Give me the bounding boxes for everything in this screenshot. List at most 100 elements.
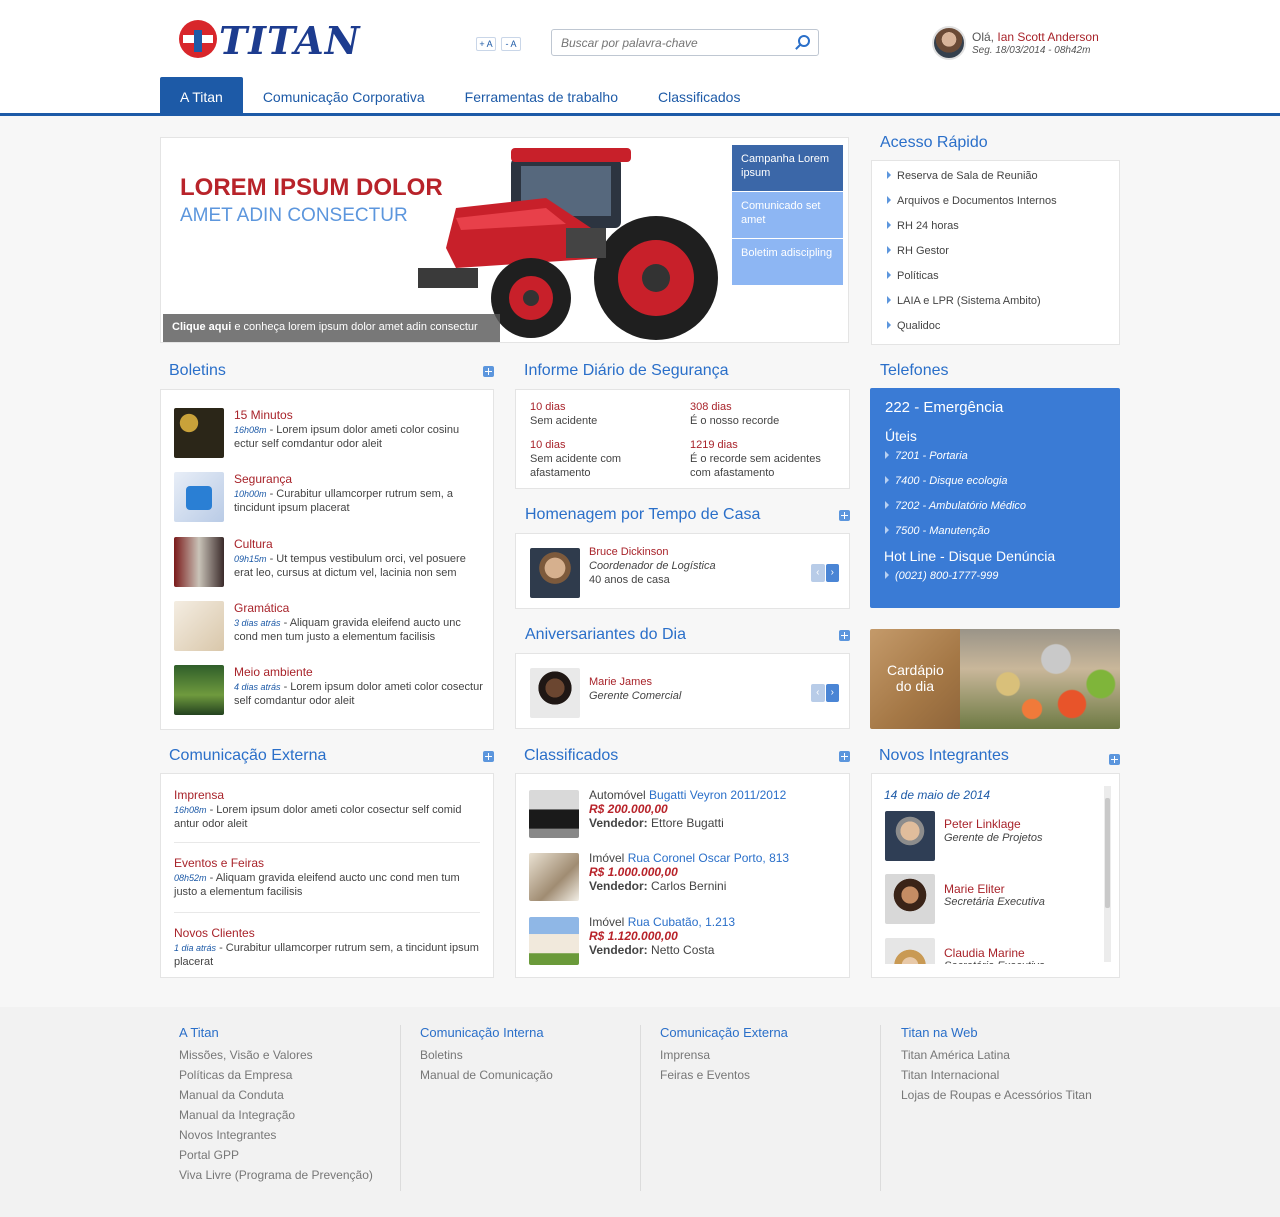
footer-link[interactable]: Titan América Latina <box>901 1045 1092 1065</box>
list-item[interactable]: Eventos e Feiras 08h52m - Aliquam gravid… <box>174 856 484 899</box>
nav-comunicacao-corporativa[interactable]: Comunicação Corporativa <box>243 77 445 114</box>
scrollbar[interactable] <box>1104 786 1111 962</box>
hotline-number[interactable]: (0021) 800-1777-999 <box>885 570 998 582</box>
hero-tab-comunicado[interactable]: Comunicado set amet <box>732 192 843 238</box>
footer-link[interactable]: Titan Internacional <box>901 1065 1092 1085</box>
footer-col-title[interactable]: A Titan <box>179 1025 373 1040</box>
external-desc: - Lorem ipsum dolor ameti color cosectur… <box>174 804 462 830</box>
hero-caption-link[interactable]: Clique aqui <box>172 321 231 333</box>
phone-item[interactable]: 7400 - Disque ecologia <box>885 475 1008 487</box>
user-name[interactable]: Ian Scott Anderson <box>997 30 1098 44</box>
chevron-right-icon[interactable]: › <box>825 564 839 582</box>
lock-thumbnail <box>174 472 224 522</box>
hero-caption[interactable]: Clique aqui e conheça lorem ipsum dolor … <box>163 314 500 342</box>
boletim-desc: - Lorem ipsum dolor ameti color cosinu e… <box>234 424 460 450</box>
aniversariantes-plus-icon[interactable] <box>839 630 850 641</box>
nav-ferramentas[interactable]: Ferramentas de trabalho <box>445 77 638 114</box>
acesso-rapido-list: Reserva de Sala de Reunião Arquivos e Do… <box>871 160 1120 345</box>
person-name[interactable]: Claudia Marine <box>944 946 1025 960</box>
avatar[interactable] <box>932 26 966 60</box>
list-item[interactable]: Novos Clientes 1 dia atrás - Curabitur u… <box>174 926 484 969</box>
quick-link[interactable]: Qualidoc <box>887 320 940 332</box>
footer-link[interactable]: Novos Integrantes <box>179 1125 373 1145</box>
hero-subtitle: AMET ADIN CONSECTUR <box>180 205 408 226</box>
search-input[interactable] <box>552 30 782 55</box>
hero-banner[interactable]: LOREM IPSUM DOLOR AMET ADIN CONSECTUR Cl… <box>160 137 849 343</box>
scrollbar-thumb[interactable] <box>1105 798 1110 908</box>
user-greeting: Olá, Ian Scott Anderson <box>972 30 1099 44</box>
footer-link[interactable]: Viva Livre (Programa de Prevenção) <box>179 1165 373 1185</box>
list-item[interactable]: Imprensa 16h08m - Lorem ipsum dolor amet… <box>174 788 484 831</box>
boletins-title: Boletins <box>169 362 226 379</box>
quick-link[interactable]: Reserva de Sala de Reunião <box>887 170 1038 182</box>
novos-integrantes-panel: 14 de maio de 2014 Peter Linklage Gerent… <box>871 773 1120 978</box>
phone-item[interactable]: 7500 - Manutenção <box>885 525 990 537</box>
quick-link[interactable]: Arquivos e Documentos Internos <box>887 195 1057 207</box>
cardapio-banner[interactable]: Cardápio do dia <box>870 629 1120 729</box>
header: TITAN + A - A Olá, Ian Scott Anderson Se… <box>0 0 1280 116</box>
font-increase-button[interactable]: + A <box>476 37 496 51</box>
footer-link[interactable]: Manual de Comunicação <box>420 1065 553 1085</box>
comunicacao-externa-plus-icon[interactable] <box>483 751 494 762</box>
person-role: Secretária Executiva <box>944 896 1045 908</box>
footer-link[interactable]: Lojas de Roupas e Acessórios Titan <box>901 1085 1092 1105</box>
quick-link[interactable]: Políticas <box>887 270 939 282</box>
person-name[interactable]: Marie Eliter <box>944 882 1005 896</box>
footer-link[interactable]: Boletins <box>420 1045 553 1065</box>
footer-col-titan-na-web: Titan na Web Titan América Latina Titan … <box>901 1025 1092 1105</box>
classified-link[interactable]: Rua Coronel Oscar Porto, 813 <box>628 851 789 865</box>
hero-tab-campanha[interactable]: Campanha Lorem ipsum <box>732 145 843 191</box>
emergency-number[interactable]: 222 - Emergência <box>885 399 1003 416</box>
external-title[interactable]: Novos Clientes <box>174 926 484 940</box>
footer-link[interactable]: Manual da Conduta <box>179 1085 373 1105</box>
quick-link[interactable]: LAIA e LPR (Sistema Ambito) <box>887 295 1041 307</box>
novos-integrantes-plus-icon[interactable] <box>1109 754 1120 765</box>
classified-link[interactable]: Rua Cubatão, 1.213 <box>628 915 735 929</box>
chevron-left-icon[interactable]: ‹ <box>811 684 825 702</box>
room-thumbnail <box>529 853 579 901</box>
boletim-title[interactable]: Cultura <box>234 537 273 551</box>
quick-link[interactable]: RH 24 horas <box>887 220 959 232</box>
chevron-left-icon[interactable]: ‹ <box>811 564 825 582</box>
footer-link[interactable]: Portal GPP <box>179 1145 373 1165</box>
comunicacao-externa-title: Comunicação Externa <box>169 747 327 764</box>
boletim-title[interactable]: Gramática <box>234 601 289 615</box>
classificados-plus-icon[interactable] <box>839 751 850 762</box>
font-decrease-button[interactable]: - A <box>501 37 521 51</box>
phone-item[interactable]: 7201 - Portaria <box>885 450 968 462</box>
footer-link[interactable]: Políticas da Empresa <box>179 1065 373 1085</box>
search-box <box>551 29 819 56</box>
search-icon[interactable] <box>798 35 810 47</box>
footer-link[interactable]: Missões, Visão e Valores <box>179 1045 373 1065</box>
boletim-title[interactable]: Meio ambiente <box>234 665 313 679</box>
external-title[interactable]: Imprensa <box>174 788 484 802</box>
person-name[interactable]: Peter Linklage <box>944 817 1021 831</box>
quick-link[interactable]: RH Gestor <box>887 245 949 257</box>
chevron-right-icon[interactable]: › <box>825 684 839 702</box>
nav-a-titan[interactable]: A Titan <box>160 77 243 114</box>
titan-logo[interactable]: TITAN <box>179 18 359 63</box>
footer-link[interactable]: Imprensa <box>660 1045 788 1065</box>
footer-link[interactable]: Manual da Integração <box>179 1105 373 1125</box>
boletim-title[interactable]: Segurança <box>234 472 292 486</box>
phone-item[interactable]: 7202 - Ambulatório Médico <box>885 500 1026 512</box>
hero-tab-boletim[interactable]: Boletim adiscipling <box>732 239 843 285</box>
homenagem-plus-icon[interactable] <box>839 510 850 521</box>
external-title[interactable]: Eventos e Feiras <box>174 856 484 870</box>
person-role: Gerente de Projetos <box>944 832 1043 844</box>
footer-divider <box>400 1025 401 1191</box>
footer-col-title[interactable]: Comunicação Externa <box>660 1025 788 1040</box>
boletins-plus-icon[interactable] <box>483 366 494 377</box>
nav-classificados[interactable]: Classificados <box>638 77 760 114</box>
footer-link[interactable]: Feiras e Eventos <box>660 1065 788 1085</box>
divider <box>174 912 480 913</box>
aniversariantes-pager: ‹ › <box>811 684 840 702</box>
footer-col-title[interactable]: Titan na Web <box>901 1025 1092 1040</box>
boletim-title[interactable]: 15 Minutos <box>234 408 293 422</box>
classified-price: R$ 200.000,00 <box>589 802 668 816</box>
person-name[interactable]: Marie James <box>589 676 652 688</box>
masks-thumbnail <box>174 537 224 587</box>
classified-link[interactable]: Bugatti Veyron 2011/2012 <box>649 788 786 802</box>
person-name[interactable]: Bruce Dickinson <box>589 546 668 558</box>
footer-col-title[interactable]: Comunicação Interna <box>420 1025 553 1040</box>
